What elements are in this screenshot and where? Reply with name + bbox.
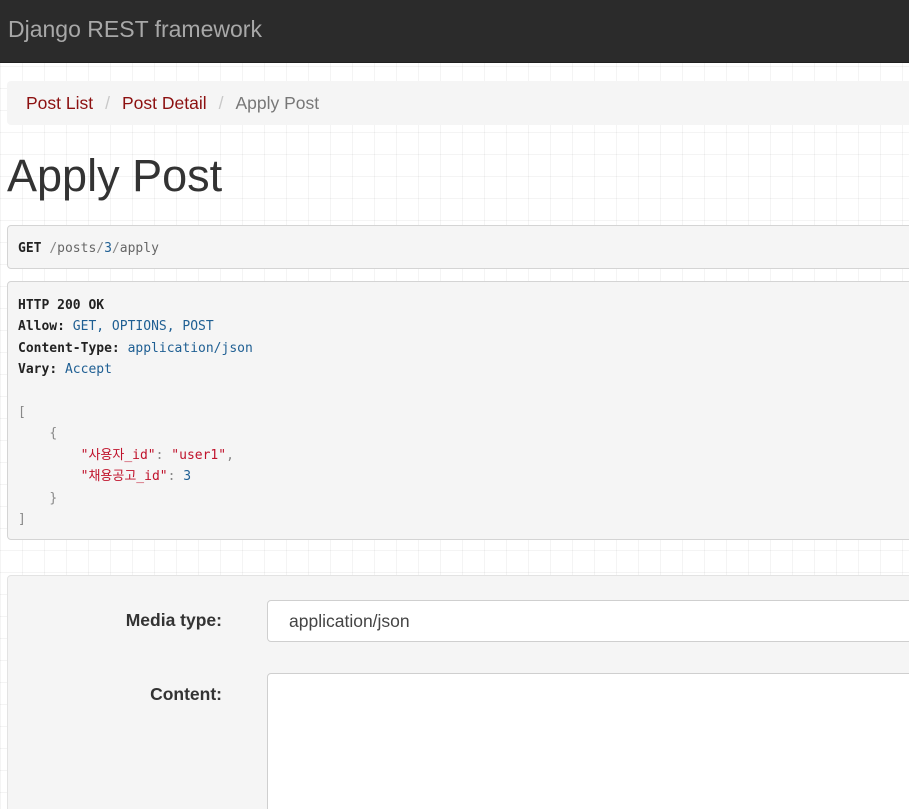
request-info: GET /posts/3/apply (7, 225, 909, 269)
request-line: GET /posts/3/apply (18, 238, 909, 259)
media-type-select[interactable]: application/json (267, 600, 909, 642)
json-value: "user1" (171, 447, 227, 463)
navbar: Django REST framework (0, 0, 909, 63)
response-info: HTTP 200 OK Allow: GET, OPTIONS, POST Co… (7, 281, 909, 540)
breadcrumb-post-detail[interactable]: Post Detail (122, 93, 207, 114)
json-open-bracket: [ (18, 404, 26, 420)
json-close-bracket: ] (18, 511, 26, 527)
json-close-brace: } (49, 490, 58, 506)
header-value: GET, OPTIONS, POST (72, 319, 214, 335)
path-segment: posts (57, 241, 97, 256)
brand-link[interactable]: Django REST framework (8, 16, 262, 43)
path-segment: apply (119, 241, 159, 256)
path-separator: / (49, 241, 58, 256)
header-name: Content-Type (18, 340, 112, 356)
header-name: Allow (18, 319, 58, 335)
response-header: Content-Type: application/json (18, 340, 253, 356)
header-name: Vary (18, 362, 50, 378)
request-method: GET (18, 241, 42, 256)
breadcrumb-post-list[interactable]: Post List (26, 93, 93, 114)
response-header: Allow: GET, OPTIONS, POST (18, 319, 214, 335)
header-value: application/json (127, 340, 253, 356)
json-close-brace-line: } (18, 488, 909, 509)
response-header: Vary: Accept (18, 362, 112, 378)
breadcrumb-current: Apply Post (235, 92, 320, 113)
breadcrumb: Post List / Post Detail / Apply Post (7, 81, 909, 125)
response-status: HTTP 200 OK (18, 298, 105, 313)
json-field: "사용자_id": "user1", (80, 447, 234, 463)
content-label: Content: (150, 684, 222, 704)
media-type-label: Media type: (125, 610, 222, 630)
header-value: Accept (64, 362, 112, 378)
path-segment-id: 3 (104, 241, 112, 256)
path-separator: / (111, 241, 120, 256)
page-title: Apply Post (7, 150, 223, 201)
json-key: "채용공고_id" (80, 469, 168, 485)
json-field: "채용공고_id": 3 (80, 469, 192, 485)
path-separator: / (96, 241, 105, 256)
json-open-brace: { (49, 426, 58, 442)
breadcrumb-separator: / (105, 92, 110, 113)
content-textarea[interactable] (267, 673, 909, 809)
json-value: 3 (183, 469, 192, 485)
json-key: "사용자_id" (80, 447, 156, 463)
breadcrumb-separator: / (218, 92, 224, 113)
json-open-brace-line: { (18, 423, 909, 444)
